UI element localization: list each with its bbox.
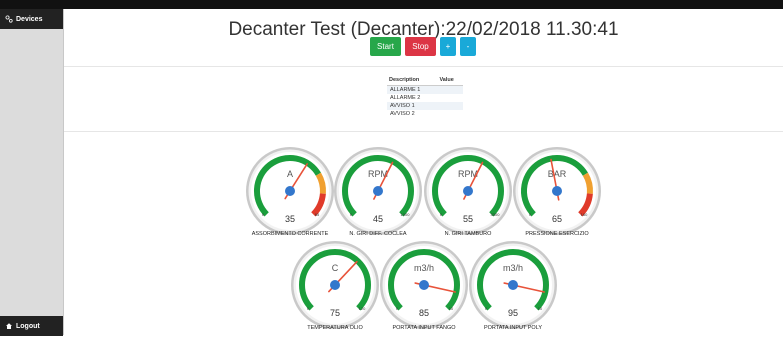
- alarm-value: [437, 110, 463, 118]
- alarm-description: AVVISO 1: [387, 102, 438, 110]
- gauge-value: 85: [419, 308, 429, 318]
- plus-button[interactable]: +: [440, 37, 456, 56]
- logout-icon: [6, 323, 12, 329]
- table-row: ALLARME 2: [387, 94, 463, 102]
- column-header-value: Value: [437, 75, 463, 86]
- gauge-label: PRESSIONE ESERCIZIO: [525, 231, 589, 237]
- gauge-needle-hub: [285, 186, 295, 196]
- gauge: BAR 0 160 65 PRESSIONE ESERCIZIO: [512, 146, 602, 246]
- gauge-value: 35: [285, 214, 295, 224]
- alarms-header-row: Description Value: [387, 75, 463, 86]
- start-button[interactable]: Start: [370, 37, 401, 56]
- gauge-max-label: 160: [581, 212, 588, 217]
- gauge-value: 55: [463, 214, 473, 224]
- gauge-label: PORTATA INPUT POLY: [483, 325, 543, 331]
- divider-top: [64, 66, 783, 67]
- column-header-description: Description: [387, 75, 438, 86]
- alarm-description: AVVISO 2: [390, 111, 415, 117]
- gauge-value: 65: [552, 214, 562, 224]
- gauge-needle-hub: [330, 280, 340, 290]
- gauge-unit: m3/h: [503, 263, 523, 273]
- gauge-max-label: 3300: [491, 212, 501, 217]
- gauge-needle-hub: [463, 186, 473, 196]
- control-buttons: Start Stop + -: [370, 37, 476, 56]
- gauge-dial: RPM0 330055: [424, 147, 512, 235]
- gauge-max-label: 10: [538, 306, 543, 311]
- sidebar-item-devices[interactable]: Devices: [0, 9, 63, 29]
- gauge-unit: A: [287, 169, 293, 179]
- gauge-dial: RPM0 100045: [334, 147, 422, 235]
- alarm-value: [437, 94, 463, 102]
- alarms-table: Description Value ALLARME 1 ALLARME 2 AV…: [387, 75, 463, 118]
- divider-bottom: [64, 131, 783, 132]
- table-row: AVVISO 2: [387, 110, 463, 118]
- gauge-dial: m3/h0 1095: [469, 241, 557, 329]
- gauge-unit: BAR: [548, 169, 567, 179]
- gauge-needle-hub: [552, 186, 562, 196]
- sidebar-item-logout[interactable]: Logout: [0, 316, 63, 336]
- main-content: Decanter Test (Decanter):22/02/2018 11.3…: [64, 9, 783, 335]
- gauge-unit: m3/h: [414, 263, 434, 273]
- gauge-max-label: 1000: [401, 212, 411, 217]
- sidebar: Devices Logout: [0, 9, 64, 336]
- alarm-description: ALLARME 1: [387, 85, 438, 94]
- devices-icon: [5, 15, 13, 23]
- alarm-value: [437, 85, 463, 94]
- gauge-dial: m3/h0 1085: [380, 241, 468, 329]
- gauge-max-label: 120: [359, 306, 366, 311]
- gauge-dial: A0 6535: [246, 147, 334, 235]
- alarm-description: ALLARME 2: [390, 95, 421, 101]
- alarm-value: [437, 102, 463, 110]
- table-row: AVVISO 1: [387, 102, 463, 110]
- stop-button[interactable]: Stop: [405, 37, 436, 56]
- gauge-dial: C0 12075: [291, 241, 379, 329]
- minus-button[interactable]: -: [460, 37, 476, 56]
- sidebar-item-logout-label: Logout: [16, 322, 40, 330]
- gauge: m3/h 0 10 95 PORTATA INPUT POLY: [468, 240, 558, 340]
- gauge-needle-hub: [419, 280, 429, 290]
- gauge-value: 45: [373, 214, 383, 224]
- gauge-value: 75: [330, 308, 340, 318]
- table-row: ALLARME 1: [387, 85, 463, 94]
- sidebar-item-devices-label: Devices: [16, 15, 43, 23]
- gauge-dial: BAR0 16065: [513, 147, 601, 235]
- gauge-needle-hub: [508, 280, 518, 290]
- gauge-needle-hub: [373, 186, 383, 196]
- gauge-value: 95: [508, 308, 518, 318]
- gauge-max-label: 65: [315, 212, 320, 217]
- gauge-max-label: 10: [449, 306, 454, 311]
- top-bar: [0, 0, 783, 9]
- gauge-unit: C: [332, 263, 339, 273]
